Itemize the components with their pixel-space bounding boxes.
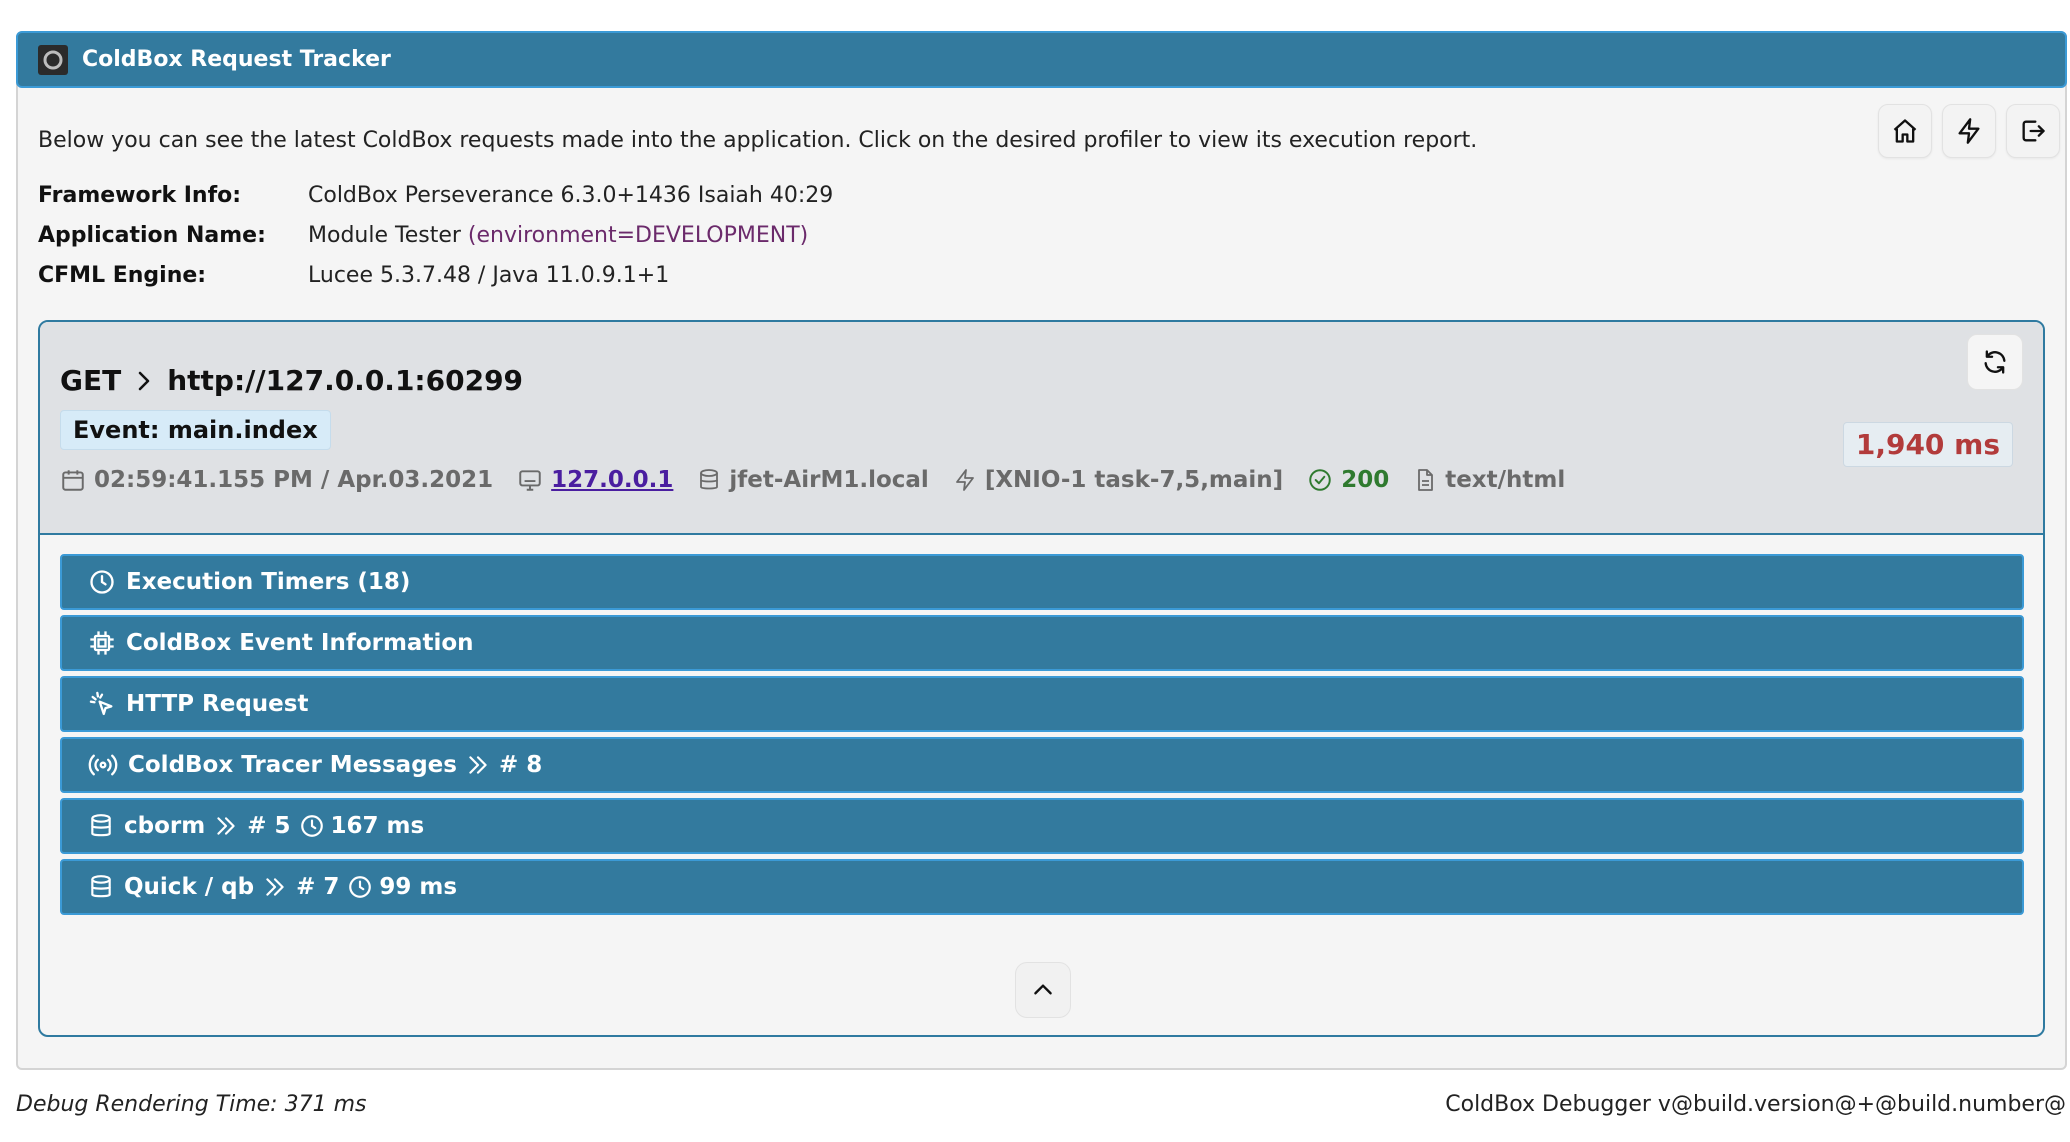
section-label: Quick / qb	[124, 874, 255, 900]
section-event-information[interactable]: ColdBox Event Information	[60, 615, 2024, 671]
tracker-title: ColdBox Request Tracker	[82, 47, 391, 72]
logout-icon	[2022, 120, 2045, 142]
section-execution-timers[interactable]: Execution Timers (18)	[60, 554, 2024, 610]
refresh-icon	[1984, 350, 2006, 374]
meta-thread: [XNIO-1 task-7,5,main]	[953, 467, 1283, 493]
meta-ip: 127.0.0.1	[517, 467, 673, 493]
info-value: Lucee 5.3.7.48 / Java 11.0.9.1+1	[308, 262, 670, 288]
section-label: HTTP Request	[126, 691, 309, 717]
lightning-icon	[1958, 118, 1980, 144]
lightning-icon	[955, 469, 974, 491]
info-value: Module Tester (environment=DEVELOPMENT)	[308, 223, 808, 248]
section-label: cborm	[124, 813, 206, 839]
database-icon	[88, 873, 114, 901]
database-icon	[88, 812, 114, 840]
qb-time: 99 ms	[379, 874, 458, 900]
environment-label: (environment=DEVELOPMENT)	[467, 222, 809, 248]
timestamp-text: 02:59:41.155 PM / Apr.03.2021	[94, 467, 494, 493]
application-name: Module Tester	[308, 222, 461, 248]
home-icon	[1893, 119, 1917, 143]
duration-badge: 1,940 ms	[1842, 422, 2013, 467]
chevrons-right-icon	[213, 813, 239, 839]
database-icon	[700, 469, 719, 490]
clock-icon	[347, 874, 373, 900]
info-label: Application Name:	[38, 222, 266, 248]
info-value: ColdBox Perseverance 6.3.0+1436 Isaiah 4…	[308, 182, 834, 208]
collapse-button[interactable]	[1015, 962, 1071, 1018]
section-label: ColdBox Event Information	[126, 630, 474, 656]
content-type-text: text/html	[1445, 467, 1566, 493]
ip-link[interactable]: 127.0.0.1	[551, 467, 673, 493]
section-label: ColdBox Tracer Messages	[128, 752, 457, 778]
check-circle-icon	[1309, 469, 1331, 491]
cborm-time: 167 ms	[330, 813, 425, 839]
app-root: ColdBox Request Tracker Below you can se…	[0, 0, 2070, 1142]
section-cborm[interactable]: cborm # 5 167 ms	[60, 798, 2024, 854]
meta-status: 200	[1307, 467, 1389, 493]
request-meta: 02:59:41.155 PM / Apr.03.2021 127.0.0.1 …	[60, 467, 1589, 493]
section-tracer-messages[interactable]: ColdBox Tracer Messages # 8	[60, 737, 2024, 793]
intro-text: Below you can see the latest ColdBox req…	[38, 128, 1478, 153]
info-label: CFML Engine:	[38, 262, 207, 288]
info-row-framework: Framework Info: ColdBox Perseverance 6.3…	[38, 175, 833, 215]
event-badge: Event: main.index	[60, 410, 331, 450]
clock-icon	[299, 813, 325, 839]
debug-rendering-time: Debug Rendering Time: 371 ms	[16, 1092, 367, 1117]
request-header: GET http://127.0.0.1:60299 Event: main.i…	[40, 322, 2043, 535]
chevrons-right-icon	[465, 752, 491, 778]
chevrons-right-icon	[262, 874, 288, 900]
monitor-icon	[519, 470, 541, 491]
home-button[interactable]	[1878, 104, 1932, 158]
coldbox-logo-icon	[38, 44, 68, 75]
cpu-icon	[88, 629, 116, 657]
thread-text: [XNIO-1 task-7,5,main]	[984, 467, 1284, 493]
section-label: Execution Timers (18)	[126, 569, 411, 595]
top-actions	[1878, 104, 2060, 158]
exit-button[interactable]	[2006, 104, 2060, 158]
host-text: jfet-AirM1.local	[729, 467, 929, 493]
meta-host: jfet-AirM1.local	[697, 467, 929, 493]
file-icon	[1418, 469, 1434, 491]
request-line: GET http://127.0.0.1:60299	[60, 364, 523, 397]
cborm-count: # 5	[247, 813, 291, 839]
debugger-version: ColdBox Debugger v@build.version@+@build…	[1445, 1092, 2066, 1117]
info-row-application: Application Name: Module Tester (environ…	[38, 215, 833, 255]
status-code: 200	[1341, 467, 1390, 493]
section-quick-qb[interactable]: Quick / qb # 7 99 ms	[60, 859, 2024, 915]
tracer-count: # 8	[498, 752, 543, 778]
meta-content-type: text/html	[1413, 467, 1565, 493]
chevron-right-icon	[135, 370, 153, 392]
qb-count: # 7	[296, 874, 340, 900]
info-row-engine: CFML Engine: Lucee 5.3.7.48 / Java 11.0.…	[38, 255, 833, 295]
refresh-button[interactable]	[1967, 334, 2023, 390]
meta-timestamp: 02:59:41.155 PM / Apr.03.2021	[60, 467, 493, 493]
cursor-click-icon	[88, 690, 116, 718]
request-method: GET	[60, 364, 122, 397]
clock-icon	[88, 568, 116, 596]
request-card[interactable]: GET http://127.0.0.1:60299 Event: main.i…	[38, 320, 2045, 1037]
section-http-request[interactable]: HTTP Request	[60, 676, 2024, 732]
broadcast-icon	[88, 751, 118, 779]
request-url: http://127.0.0.1:60299	[167, 364, 524, 397]
chevron-up-icon	[1034, 984, 1052, 995]
tracker-header: ColdBox Request Tracker	[16, 31, 2067, 88]
flash-button[interactable]	[1942, 104, 1996, 158]
info-table: Framework Info: ColdBox Perseverance 6.3…	[38, 175, 833, 295]
calendar-icon	[62, 470, 84, 491]
info-label: Framework Info:	[38, 182, 242, 208]
